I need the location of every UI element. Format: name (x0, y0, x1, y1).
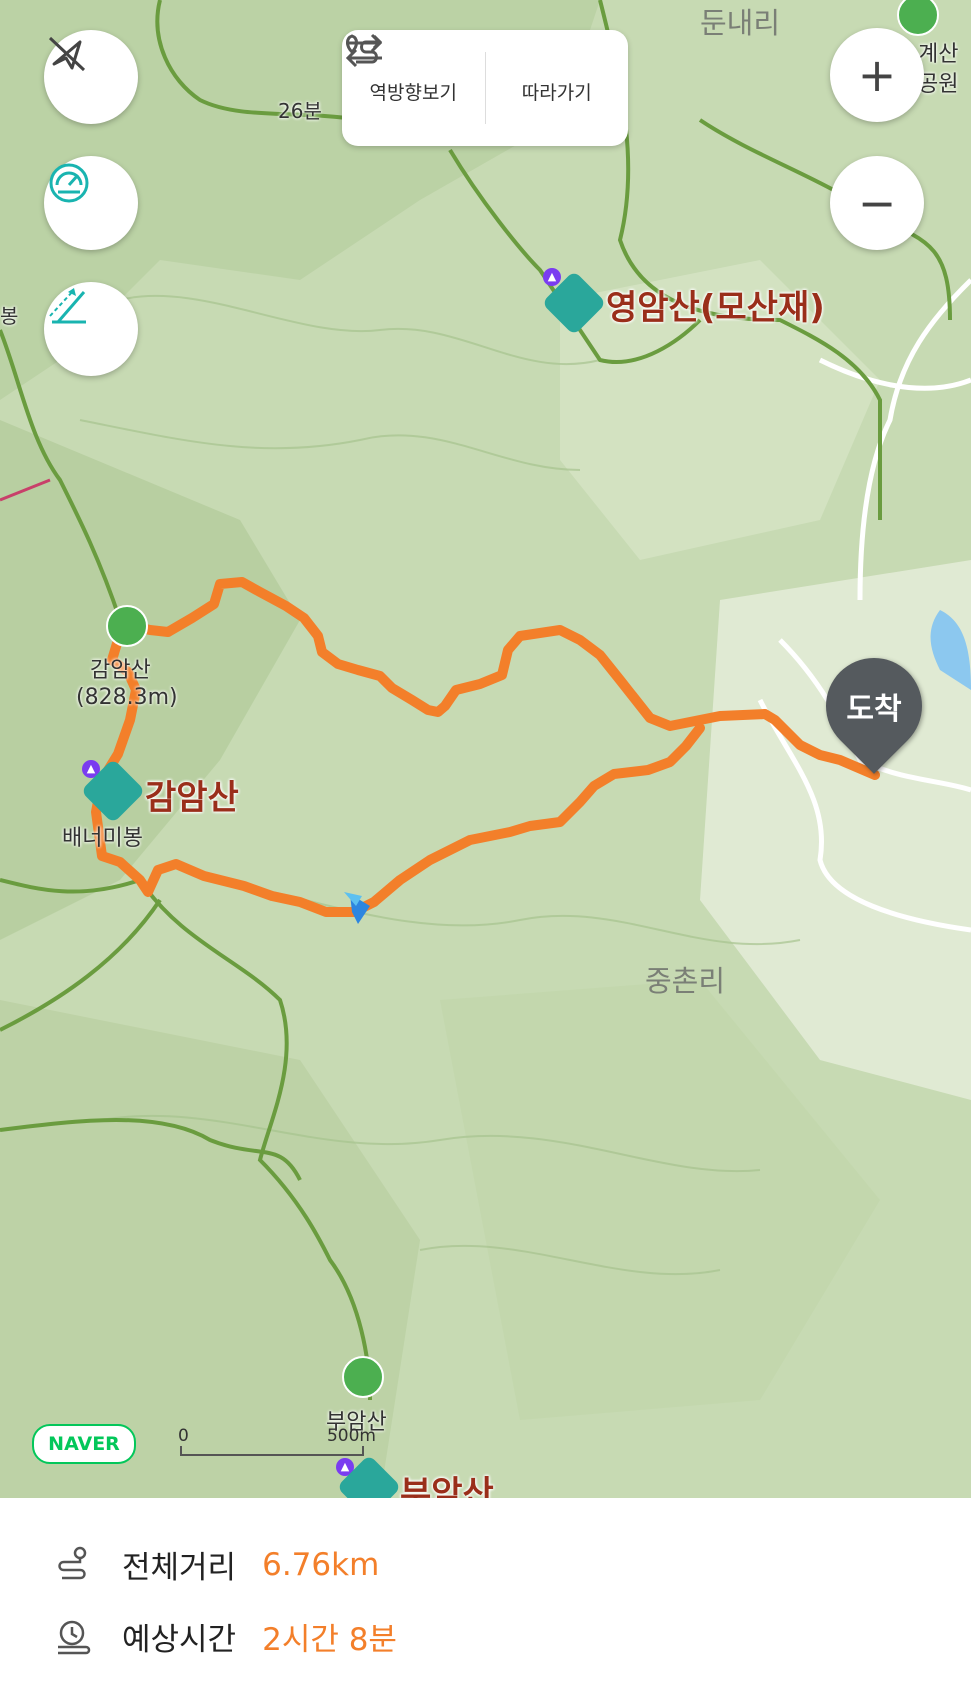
speedometer-icon (49, 163, 89, 203)
peak-label-baenaemi: 배너미봉 (62, 826, 143, 851)
time-label: 예상시간 (122, 1622, 237, 1658)
reverse-direction-label: 역방향보기 (369, 81, 457, 104)
map-view[interactable]: 둔내리 계산 공원 26분 봉 ▲ 영암산(모산재) 감암산 (828.3m) … (0, 0, 971, 1498)
scale-distance: 500m (326, 1426, 376, 1446)
compass-off-icon (48, 36, 86, 72)
time-row: 예상시간 2시간 8분 (52, 1614, 397, 1659)
scale-bar-line (180, 1446, 364, 1456)
map-terrain (0, 0, 971, 1498)
poi-label-yeongam[interactable]: 영암산(모산재) (606, 280, 825, 329)
minus-icon: − (857, 176, 897, 230)
scale-start: 0 (178, 1426, 189, 1446)
peak-marker-bonam-icon[interactable] (342, 1356, 384, 1398)
left-edge-label: 봉 (0, 304, 19, 328)
distance-label: 전체거리 (122, 1550, 237, 1586)
zoom-in-button[interactable]: + (830, 28, 924, 122)
peak-elevation-gamam: (828.3m) (76, 685, 178, 710)
follow-route-icon (346, 34, 383, 64)
zoom-out-button[interactable]: − (830, 156, 924, 250)
route-summary-panel: 전체거리 6.76km 예상시간 2시간 8분 (0, 1498, 971, 1684)
village-label-jungchon: 중촌리 (645, 964, 726, 998)
follow-button[interactable]: 따라가기 (346, 30, 629, 146)
route-toolbar: 역방향보기 따라가기 (342, 30, 628, 146)
badge-yeongam-icon: ▲ (543, 268, 561, 286)
route-time-label: 26분 (278, 99, 322, 123)
route-distance-icon (58, 1546, 87, 1579)
village-label-dunnae: 둔내리 (700, 6, 781, 40)
poi-label-gamam[interactable]: 감암산 (145, 770, 239, 819)
speed-button[interactable] (44, 156, 138, 250)
route-time-icon (58, 1620, 91, 1654)
follow-label: 따라가기 (521, 81, 592, 104)
peak-label-gamam: 감암산 (90, 658, 151, 683)
time-value: 2시간 8분 (262, 1622, 397, 1658)
distance-value: 6.76km (262, 1546, 380, 1583)
naver-logo: NAVER (32, 1424, 136, 1464)
poi-label-bonam[interactable]: 부암산 (400, 1466, 494, 1498)
slope-icon (49, 288, 86, 324)
slope-button[interactable] (44, 282, 138, 376)
arrival-label: 도착 (846, 692, 902, 727)
park-label: 계산 공원 (918, 42, 959, 97)
peak-marker-gamam-icon[interactable] (106, 605, 148, 647)
distance-row: 전체거리 6.76km (52, 1542, 379, 1587)
compass-toggle-button[interactable] (44, 30, 138, 124)
map-scale-bar: 0 500m (178, 1426, 376, 1456)
plus-icon: + (857, 48, 897, 102)
